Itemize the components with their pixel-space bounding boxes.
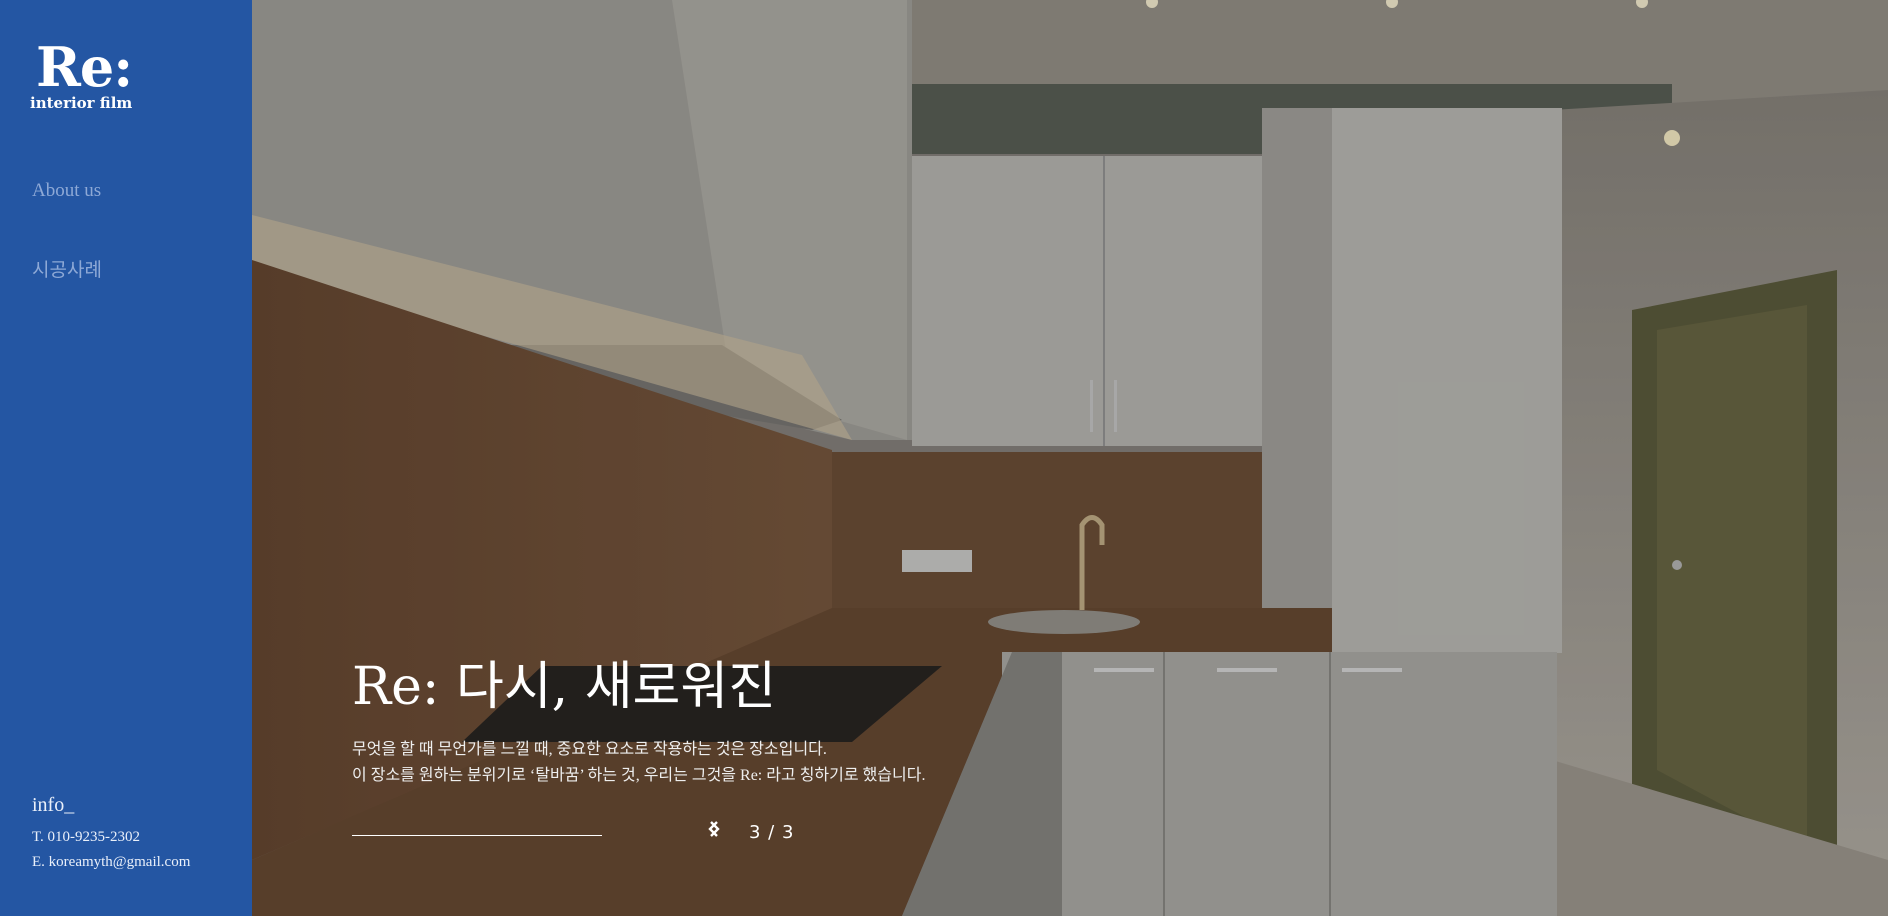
logo[interactable]: Re: interior film <box>30 35 133 112</box>
slide-pager: 3 / 3 <box>707 820 836 844</box>
slide-progress-fill <box>352 835 602 836</box>
logo-mark: Re: <box>36 35 133 99</box>
hero-description: 무엇을 할 때 무언가를 느낄 때, 중요한 요소로 작용하는 것은 장소입니다… <box>352 737 925 789</box>
contact-info: info_ T. 010-9235-2302 E. koreamyth@gmai… <box>32 794 190 875</box>
hero-description-line-2: 이 장소를 원하는 분위기로 ‘탈바꿈’ 하는 것, 우리는 그것을 Re: 라… <box>352 767 926 784</box>
logo-tagline: interior film <box>30 94 133 112</box>
nav-item-portfolio[interactable]: 시공사례 <box>32 255 102 282</box>
chevron-right-icon <box>710 821 720 837</box>
next-slide-button[interactable] <box>710 820 836 844</box>
sidebar: Re: interior film About us 시공사례 info_ T.… <box>0 0 252 916</box>
slide-progress-bar <box>352 835 602 836</box>
hero-slider: Re: 다시, 새로워진 무엇을 할 때 무언가를 느낄 때, 중요한 요소로 … <box>252 0 1888 916</box>
nav-item-about-us[interactable]: About us <box>32 180 102 202</box>
main-nav: About us 시공사례 <box>32 180 102 335</box>
email-address: E. koreamyth@gmail.com <box>32 854 191 870</box>
slide-counter: 3 / 3 <box>749 821 795 843</box>
phone-number: T. 010-9235-2302 <box>32 829 141 845</box>
hero-headline: Re: 다시, 새로워진 <box>352 657 777 717</box>
info-title: info_ <box>32 794 75 816</box>
hero-description-line-1: 무엇을 할 때 무언가를 느낄 때, 중요한 요소로 작용하는 것은 장소입니다… <box>352 741 827 758</box>
